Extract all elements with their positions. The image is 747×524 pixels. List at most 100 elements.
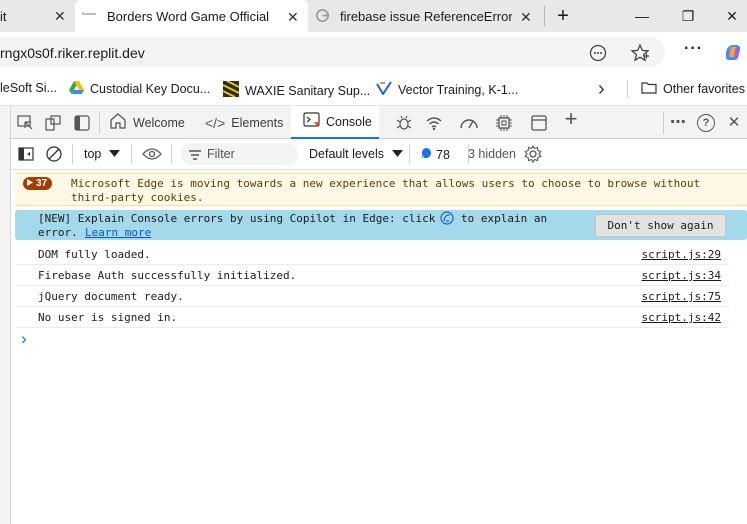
settings-gear-icon[interactable] (524, 144, 542, 168)
warning-text: Microsoft Edge is moving towards a new e… (71, 177, 701, 190)
favorite-item[interactable]: WAXIE Sanitary Sup... (222, 80, 370, 100)
performance-gauge-icon[interactable] (459, 114, 478, 132)
close-icon[interactable]: ✕ (287, 9, 299, 26)
learn-more-link[interactable]: Learn more (85, 226, 151, 239)
more-options-icon[interactable]: ··· (684, 40, 703, 58)
vector-icon (376, 81, 392, 98)
clear-console-icon[interactable] (45, 145, 63, 168)
log-levels-label: Default levels (309, 147, 385, 161)
restore-button[interactable]: ❐ (668, 0, 708, 32)
copilot-icon[interactable] (722, 41, 744, 68)
favorite-label: Custodial Key Docu... (90, 82, 211, 96)
issues-count: 78 (436, 147, 450, 162)
warning-badge-count: 37 (36, 178, 48, 189)
tab-label: Welcome (133, 115, 185, 130)
filter-placeholder: Filter (207, 147, 235, 161)
tab-previous[interactable]: it ✕ (0, 0, 75, 32)
borders-favicon: Borders (82, 11, 97, 16)
close-icon[interactable]: ✕ (54, 8, 66, 25)
favorite-item[interactable]: leSoft Si... (0, 81, 57, 95)
dont-show-again-button[interactable]: Don't show again (595, 214, 726, 237)
favorites-overflow-chevron-icon[interactable]: › (598, 78, 605, 101)
tab-console[interactable]: Console (291, 106, 379, 139)
devtools-left-edge (0, 106, 11, 524)
device-emulation-icon[interactable] (44, 114, 62, 132)
console-prompt-chevron-icon[interactable]: › (21, 329, 27, 349)
eye-icon[interactable] (142, 146, 162, 167)
log-message: No user is signed in. (38, 311, 178, 324)
info-text-after-icon: to explain an (461, 212, 548, 225)
tab-label: Elements (231, 115, 284, 130)
sidebar-toggle-icon[interactable] (18, 146, 34, 167)
warning-text-line2: third-party cookies. (71, 191, 204, 204)
toolbar-divider (131, 144, 132, 164)
hidden-count: 3 hidden (468, 147, 516, 161)
favorites-bar: leSoft Si... Custodial Key Docu... WAXIE… (0, 72, 747, 106)
minimize-button[interactable]: — (622, 0, 662, 32)
filter-input[interactable]: Filter (181, 143, 298, 165)
window-close-button[interactable]: ✕ (712, 0, 747, 32)
copilot-info-message: [NEW] Explain Console errors by using Co… (15, 210, 747, 240)
tab-elements[interactable]: </> Elements (199, 106, 291, 139)
home-icon (109, 112, 127, 133)
tab-divider (99, 112, 100, 134)
chevron-down-icon (109, 147, 121, 161)
code-brackets-icon: </> (205, 114, 226, 131)
issues-icon (420, 147, 432, 162)
favorite-item[interactable]: Vector Training, K-1... (376, 81, 518, 98)
url-text[interactable]: rngx0s0f.riker.replit.dev (0, 45, 145, 61)
network-wifi-icon[interactable] (425, 114, 443, 132)
log-source-link[interactable]: script.js:34 (642, 269, 721, 282)
expand-triangle-icon (27, 177, 33, 190)
folder-icon (641, 81, 657, 97)
log-row: DOM fully loaded. script.js:29 (15, 244, 729, 265)
tab-welcome[interactable]: Welcome (101, 106, 199, 139)
tab-divider (663, 112, 664, 134)
favorite-label: leSoft Si... (0, 81, 57, 95)
chevron-down-icon (392, 147, 404, 161)
log-source-link[interactable]: script.js:75 (642, 290, 721, 303)
toolbar-divider (72, 144, 73, 164)
warning-count-badge[interactable]: 37 (23, 177, 53, 190)
tab-label: it (0, 8, 7, 24)
add-tool-icon[interactable]: + (562, 108, 580, 130)
tab-label: Console (326, 114, 372, 129)
new-tab-button[interactable]: + (543, 0, 583, 32)
application-panel-icon[interactable] (530, 114, 548, 132)
favorites-divider (627, 80, 628, 98)
log-message: DOM fully loaded. (38, 248, 151, 261)
copilot-explain-icon[interactable] (440, 211, 454, 228)
log-row: jQuery document ready. script.js:75 (15, 286, 729, 307)
dock-side-icon[interactable] (73, 114, 91, 132)
bug-icon[interactable] (395, 114, 413, 132)
log-row: Firebase Auth successfully initialized. … (15, 265, 729, 286)
tab-strip: it ✕ Borders Borders Word Game Official … (0, 0, 747, 32)
favorite-item[interactable]: Custodial Key Docu... (69, 81, 210, 97)
tab-borders-word-game[interactable]: Borders Borders Word Game Official ✕ (75, 0, 308, 32)
filter-icon (188, 148, 202, 166)
issues-counter[interactable]: 78 (420, 147, 450, 162)
toolbar-divider (171, 144, 172, 164)
more-tools-icon[interactable]: ⋯ (669, 114, 687, 132)
console-input[interactable] (35, 330, 725, 350)
help-icon[interactable]: ? (697, 114, 715, 132)
context-selector[interactable]: top (84, 147, 121, 161)
site-info-icon[interactable] (589, 44, 607, 67)
favorite-star-icon[interactable] (630, 43, 650, 68)
log-source-link[interactable]: script.js:42 (642, 311, 721, 324)
log-levels-dropdown[interactable]: Default levels (309, 147, 404, 161)
memory-chip-icon[interactable] (495, 114, 513, 132)
close-icon[interactable]: ✕ (520, 9, 532, 26)
other-favorites[interactable]: Other favorites (641, 81, 745, 97)
favorite-label: Vector Training, K-1... (398, 82, 519, 97)
other-favorites-label: Other favorites (663, 82, 745, 96)
tab-label: firebase issue ReferenceError: Ca (340, 9, 512, 24)
log-source-link[interactable]: script.js:29 (642, 248, 721, 261)
close-devtools-icon[interactable]: ✕ (725, 114, 743, 132)
tab-label: Borders Word Game Official (107, 9, 270, 24)
tab-firebase-issue[interactable]: firebase issue ReferenceError: Ca ✕ (308, 0, 544, 32)
console-toolbar: top Filter Default levels 78 3 hidden (11, 139, 747, 170)
devtools-tab-bar: Welcome </> Elements Console + ⋯ ? ✕ (11, 106, 747, 139)
inspect-element-icon[interactable] (16, 114, 34, 132)
google-drive-icon (69, 81, 84, 97)
